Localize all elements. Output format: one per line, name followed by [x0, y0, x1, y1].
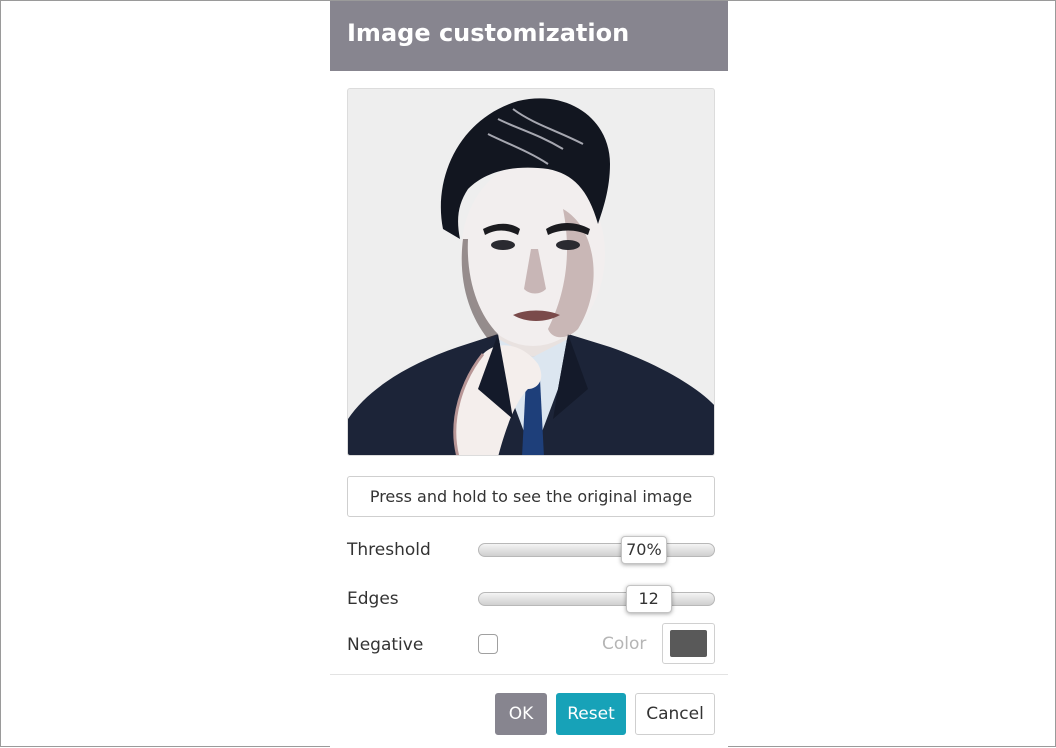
dialog-header: Image customization — [330, 1, 728, 71]
image-preview — [347, 88, 715, 456]
edges-slider-thumb[interactable]: 12 — [625, 585, 672, 613]
edges-label: Edges — [347, 589, 399, 609]
color-label: Color — [602, 634, 647, 654]
threshold-slider[interactable] — [478, 543, 715, 557]
app-window: Image customization Press and hold to se… — [0, 0, 1056, 748]
negative-checkbox[interactable] — [478, 634, 498, 654]
threshold-slider-thumb[interactable]: 70% — [620, 536, 667, 564]
color-picker-button[interactable] — [662, 623, 715, 664]
edges-slider[interactable] — [478, 592, 715, 606]
color-swatch — [670, 630, 707, 657]
cancel-button[interactable]: Cancel — [635, 693, 715, 735]
portrait-preview-image — [348, 98, 714, 455]
dialog-title: Image customization — [347, 19, 630, 47]
image-customization-dialog: Image customization Press and hold to se… — [330, 1, 728, 748]
negative-label: Negative — [347, 635, 424, 655]
ok-button[interactable]: OK — [495, 693, 547, 735]
reset-button[interactable]: Reset — [556, 693, 626, 735]
footer-divider — [330, 674, 728, 675]
show-original-button[interactable]: Press and hold to see the original image — [347, 476, 715, 517]
threshold-label: Threshold — [347, 540, 431, 560]
